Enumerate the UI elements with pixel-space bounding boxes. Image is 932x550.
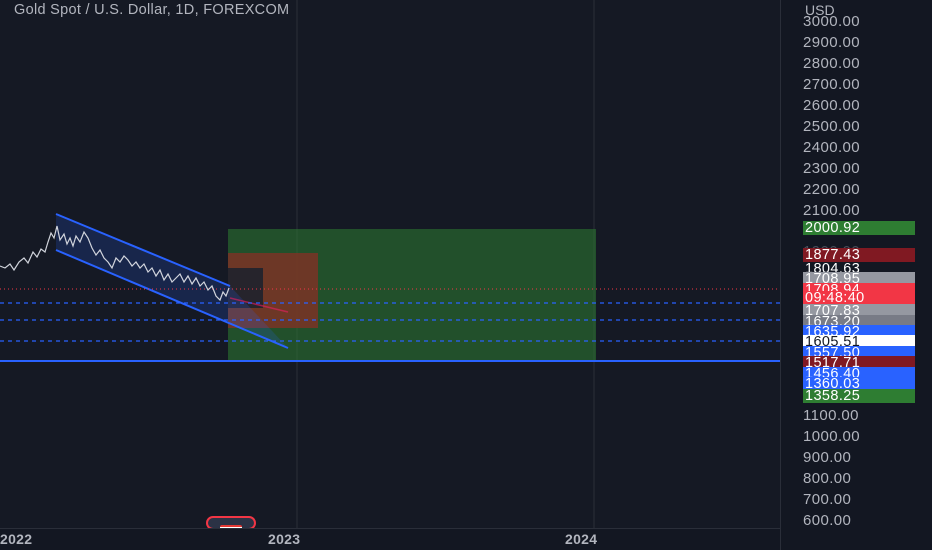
chart-canvas[interactable] — [0, 0, 780, 528]
time-label-2022: 2022 — [0, 531, 33, 547]
time-label-2024: 2024 — [565, 531, 598, 547]
price-tick: 800.00 — [803, 470, 852, 487]
price-tick: 2300.00 — [803, 160, 861, 177]
price-tick: 1000.00 — [803, 428, 861, 445]
price-tick: 2100.00 — [803, 202, 861, 219]
chart-area[interactable]: Gold Spot / U.S. Dollar, 1D, FOREXCOM — [0, 0, 780, 528]
price-tick: 2800.00 — [803, 55, 861, 72]
price-label: 1358.25 — [803, 389, 915, 403]
price-axis[interactable]: USD 3000.00 2900.00 2800.00 2700.00 2600.00 2… — [780, 0, 932, 550]
price-tick: 1100.00 — [803, 407, 859, 424]
us-flag-icon[interactable] — [206, 516, 256, 528]
price-tick: 3000.00 — [803, 13, 861, 30]
price-tick: 2700.00 — [803, 76, 861, 93]
price-tick: 2200.00 — [803, 181, 861, 198]
price-tick: 2600.00 — [803, 97, 861, 114]
chart-title: Gold Spot / U.S. Dollar, 1D, FOREXCOM — [14, 2, 290, 18]
price-tick: 900.00 — [803, 449, 852, 466]
time-axis[interactable]: 2022 2023 2024 — [0, 528, 780, 550]
price-label: 1877.43 — [803, 248, 915, 262]
time-label-2023: 2023 — [268, 531, 301, 547]
price-tick: 2400.00 — [803, 139, 861, 156]
price-tick: 2900.00 — [803, 34, 861, 51]
price-tick: 600.00 — [803, 512, 852, 529]
price-tick: 700.00 — [803, 491, 852, 508]
price-label: 2000.92 — [803, 221, 915, 235]
price-tick: 2500.00 — [803, 118, 861, 135]
